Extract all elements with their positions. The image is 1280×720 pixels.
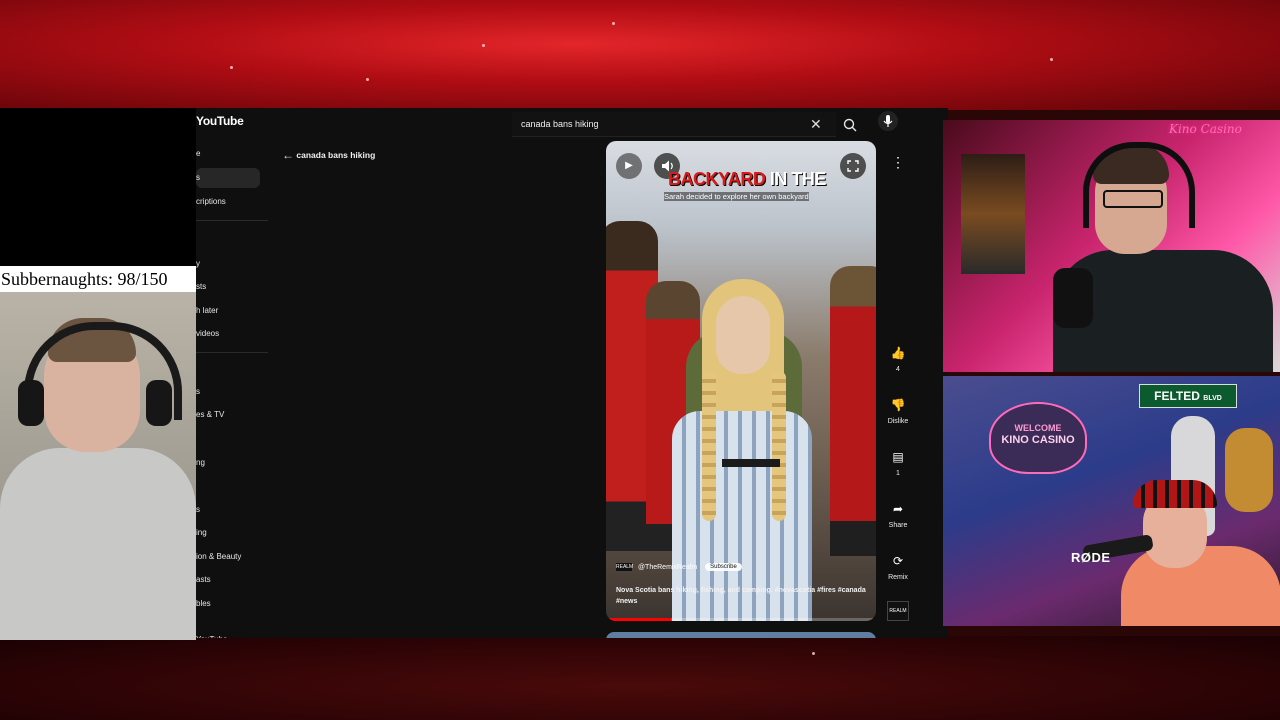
sparkle xyxy=(1050,58,1053,61)
sidebar-item[interactable]: criptions xyxy=(196,192,260,212)
sparkle xyxy=(812,652,815,655)
like-button[interactable]: 👍 4 xyxy=(880,342,916,373)
search-input[interactable]: canada bans hiking ✕ xyxy=(512,112,857,137)
subbernaughts-counter: Subbernaughts: 98/150 xyxy=(0,266,197,292)
dislike-button[interactable]: 👎 Dislike xyxy=(880,394,916,425)
share-icon: ➦ xyxy=(892,502,904,516)
sidebar-item[interactable]: bles xyxy=(196,594,260,614)
sidebar-item[interactable]: ng xyxy=(196,453,260,473)
subscribe-button[interactable]: Subscribe xyxy=(705,563,742,571)
remix-label: Remix xyxy=(888,574,908,581)
comment-count: 1 xyxy=(896,470,900,477)
video-strap xyxy=(722,459,780,467)
comment-icon: ▤ xyxy=(892,450,904,464)
webcam-right-bottom: WELCOME KINO CASINO FELTED BLVD RØDE xyxy=(943,376,1280,626)
sidebar-item[interactable]: e xyxy=(196,144,260,164)
next-short-preview[interactable] xyxy=(606,632,876,638)
video-braid xyxy=(702,371,716,521)
back-to-search[interactable]: ← canada bans hiking xyxy=(282,148,375,162)
microphone-icon[interactable] xyxy=(878,111,898,131)
sparkle xyxy=(482,44,485,47)
sidebar-divider xyxy=(196,352,268,353)
video-caption-red: BACKYARD xyxy=(668,169,766,189)
sparkle xyxy=(612,22,615,25)
video-figure xyxy=(830,266,876,556)
sidebar-item[interactable]: h later xyxy=(196,301,260,321)
arcade-cabinet xyxy=(961,154,1025,274)
sidebar-item[interactable]: ing xyxy=(196,523,260,543)
welcome-sign-line2: KINO CASINO xyxy=(1001,434,1075,446)
remix-icon: ⟳ xyxy=(892,554,904,568)
video-subtitle: Sarah decided to explore her own backyar… xyxy=(664,192,814,202)
rode-mic-label: RØDE xyxy=(1071,550,1111,565)
welcome-sign: WELCOME KINO CASINO xyxy=(989,402,1087,474)
clear-search-icon[interactable]: ✕ xyxy=(810,112,822,136)
sidebar-item[interactable]: s xyxy=(196,500,260,520)
red-background-top xyxy=(0,0,1280,110)
webcam-right-top: Kino Casino xyxy=(943,120,1280,372)
sidebar-item-active[interactable]: s xyxy=(196,168,260,188)
headset-earcup xyxy=(18,380,44,426)
sidebar-item[interactable]: asts xyxy=(196,570,260,590)
search-query: canada bans hiking xyxy=(521,119,599,129)
search-icon[interactable] xyxy=(842,117,858,133)
sidebar-item[interactable]: sts xyxy=(196,277,260,297)
video-caption: BACKYARD IN THE xyxy=(668,169,826,190)
left-black-panel xyxy=(0,108,196,268)
street-sign: FELTED BLVD xyxy=(1139,384,1237,408)
channel-row: REALM @TheRemixRealm Subscribe xyxy=(616,563,742,571)
sidebar-divider xyxy=(196,220,268,221)
sidebar-item[interactable]: es & TV xyxy=(196,405,260,425)
sparkle xyxy=(230,66,233,69)
short-actions: 👍 4 👎 Dislike ▤ 1 ➦ Share ⟳ Remix xyxy=(878,148,918,628)
lion-statue xyxy=(1225,428,1273,512)
sparkle xyxy=(366,78,369,81)
headset-band xyxy=(1083,142,1195,228)
webcam-person-shirt xyxy=(0,448,196,640)
channel-avatar[interactable]: REALM xyxy=(616,563,633,571)
thumbs-up-icon: 👍 xyxy=(890,346,906,360)
share-button[interactable]: ➦ Share xyxy=(880,498,916,529)
webcam-left xyxy=(0,292,196,640)
street-sign-suffix: BLVD xyxy=(1203,395,1222,402)
like-count: 4 xyxy=(896,366,900,373)
headset-earcup xyxy=(146,380,172,426)
remix-button[interactable]: ⟳ Remix xyxy=(880,550,916,581)
microphone xyxy=(1053,268,1093,328)
short-video-player[interactable]: ▶ BACKYARD IN THE Sarah decided to explo… xyxy=(606,141,876,621)
share-label: Share xyxy=(888,522,908,529)
channel-name[interactable]: @TheRemixRealm xyxy=(638,564,697,571)
video-progress-bar[interactable] xyxy=(606,618,876,621)
plaid-cap xyxy=(1133,480,1217,508)
video-progress-fill xyxy=(606,618,671,621)
red-background-bottom xyxy=(0,636,1280,720)
dislike-label: Dislike xyxy=(887,418,909,425)
street-sign-name: FELTED xyxy=(1154,389,1200,403)
back-arrow-icon[interactable]: ← xyxy=(282,148,294,162)
thumbs-down-icon: 👎 xyxy=(890,398,906,412)
video-subtitle-text: Sarah decided to explore her own backyar… xyxy=(664,192,809,201)
sidebar-item[interactable]: ion & Beauty xyxy=(196,547,260,567)
youtube-window: YouTube e s criptions y sts h later vide… xyxy=(196,108,948,638)
video-braid xyxy=(772,371,786,521)
sidebar-item[interactable]: y xyxy=(196,254,260,274)
sidebar-item[interactable]: videos xyxy=(196,324,260,344)
kino-casino-logo: Kino Casino xyxy=(1169,122,1242,136)
youtube-logo[interactable]: YouTube xyxy=(196,114,244,128)
sidebar-item[interactable]: YouTube xyxy=(196,630,260,638)
fullscreen-icon[interactable] xyxy=(840,153,866,179)
webcam-person-body xyxy=(1121,546,1280,626)
sidebar: e s criptions y sts h later videos s es … xyxy=(196,138,268,638)
back-label: canada bans hiking xyxy=(296,150,376,160)
video-face xyxy=(716,296,770,374)
sound-thumbnail[interactable]: REALM xyxy=(887,601,909,621)
video-description[interactable]: Nova Scotia bans hiking, fishing, and ca… xyxy=(616,585,866,607)
welcome-sign-line1: WELCOME xyxy=(1014,423,1062,433)
comments-button[interactable]: ▤ 1 xyxy=(880,446,916,477)
sidebar-item[interactable]: s xyxy=(196,382,260,402)
play-icon[interactable]: ▶ xyxy=(616,153,642,179)
video-caption-white: IN THE xyxy=(765,169,827,189)
glasses xyxy=(1103,190,1163,208)
